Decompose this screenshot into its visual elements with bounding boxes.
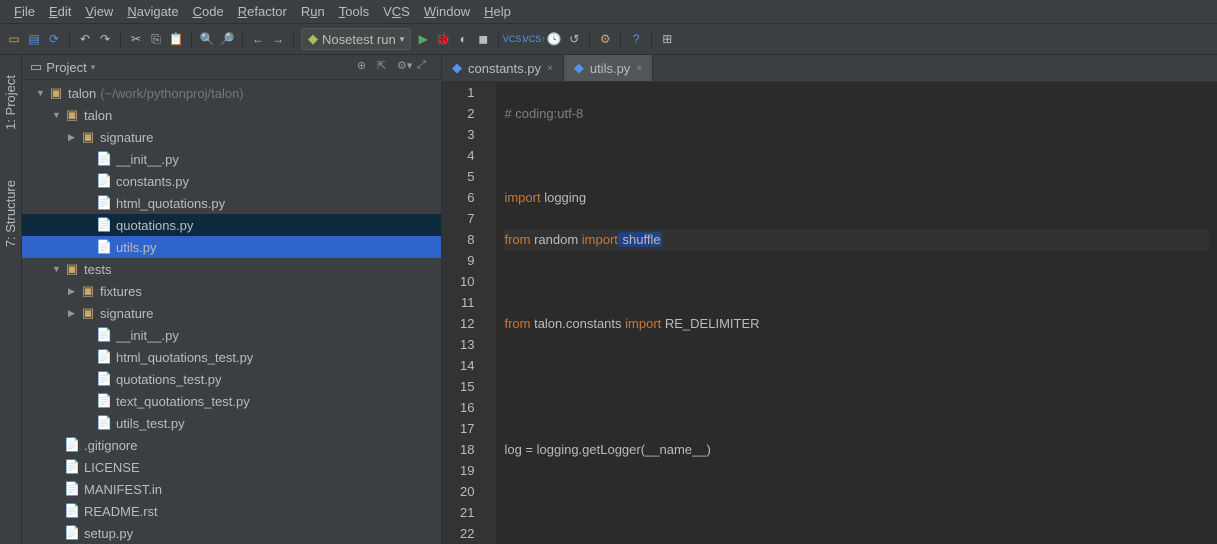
python-icon: ◆ [574, 60, 584, 76]
project-view-chevron-icon[interactable]: ▾ [91, 62, 96, 73]
refresh-icon[interactable]: ⟳ [46, 31, 62, 47]
run-icon[interactable]: ▶ [415, 31, 431, 47]
tree-file-setup[interactable]: 📄setup.py [22, 522, 441, 544]
tree-file-html-quotations[interactable]: 📄html_quotations.py [22, 192, 441, 214]
project-panel-header: ▭ Project ▾ ⊕ ⇱ ⚙▾ ⤢ [22, 55, 441, 80]
locate-icon[interactable]: ⊕ [357, 59, 373, 75]
menu-window[interactable]: Window [418, 2, 476, 21]
back-icon[interactable]: ← [250, 31, 266, 47]
cut-icon[interactable]: ✂ [128, 31, 144, 47]
project-panel-title: Project [46, 60, 86, 75]
run-config-selector[interactable]: ◆ Nosetest run ▾ [301, 28, 411, 50]
fold-column[interactable] [484, 82, 496, 544]
tool-structure[interactable]: 7: Structure [3, 180, 18, 247]
tab-utils[interactable]: ◆ utils.py × [564, 55, 653, 81]
collapse-icon[interactable]: ⇱ [377, 59, 393, 75]
undo-icon[interactable]: ↶ [77, 31, 93, 47]
tree-file-init2[interactable]: 📄__init__.py [22, 324, 441, 346]
tree-file-init[interactable]: 📄__init__.py [22, 148, 441, 170]
menu-view[interactable]: View [79, 2, 119, 21]
tree-file-quotations[interactable]: 📄quotations.py [22, 214, 441, 236]
vcs-update-icon[interactable]: VCS↓ [506, 31, 522, 47]
tree-file-utils-test[interactable]: 📄utils_test.py [22, 412, 441, 434]
structure-icon[interactable]: ⊞ [659, 31, 675, 47]
tab-label: utils.py [590, 61, 630, 76]
tree-folder-fixtures[interactable]: ▶▣fixtures [22, 280, 441, 302]
save-icon[interactable]: ▤ [26, 31, 42, 47]
close-icon[interactable]: × [547, 63, 553, 74]
project-panel: ▭ Project ▾ ⊕ ⇱ ⚙▾ ⤢ ▼▣talon(~/work/pyth… [22, 55, 442, 544]
tab-constants[interactable]: ◆ constants.py × [442, 55, 564, 81]
menu-navigate[interactable]: Navigate [121, 2, 184, 21]
python-icon: ◆ [452, 60, 462, 76]
tree-folder-signature2[interactable]: ▶▣signature [22, 302, 441, 324]
line-gutter: 12345678910111213141516171819202122 [442, 82, 484, 544]
vcs-commit-icon[interactable]: VCS↑ [526, 31, 542, 47]
run-config-label: Nosetest run [322, 32, 396, 47]
menu-bar: File Edit View Navigate Code Refactor Ru… [0, 0, 1217, 24]
code-content[interactable]: # coding:utf-8 import logging from rando… [496, 82, 1217, 544]
tree-file-gitignore[interactable]: 📄.gitignore [22, 434, 441, 456]
project-tree[interactable]: ▼▣talon(~/work/pythonproj/talon) ▼▣talon… [22, 80, 441, 544]
tree-folder-talon[interactable]: ▼▣talon [22, 104, 441, 126]
help-icon[interactable]: ? [628, 31, 644, 47]
debug-icon[interactable]: 🐞 [435, 31, 451, 47]
tree-file-quotations-test[interactable]: 📄quotations_test.py [22, 368, 441, 390]
tree-file-license[interactable]: 📄LICENSE [22, 456, 441, 478]
menu-refactor[interactable]: Refactor [232, 2, 293, 21]
tree-file-utils[interactable]: 📄utils.py [22, 236, 441, 258]
tree-folder-signature[interactable]: ▶▣signature [22, 126, 441, 148]
paste-icon[interactable]: 📋 [168, 31, 184, 47]
tree-file-readme[interactable]: 📄README.rst [22, 500, 441, 522]
find-icon[interactable]: 🔍 [199, 31, 215, 47]
editor-tabs: ◆ constants.py × ◆ utils.py × [442, 55, 1217, 82]
tree-file-constants[interactable]: 📄constants.py [22, 170, 441, 192]
menu-file[interactable]: File [8, 2, 41, 21]
tree-root[interactable]: ▼▣talon(~/work/pythonproj/talon) [22, 82, 441, 104]
history-icon[interactable]: 🕓 [546, 31, 562, 47]
menu-help[interactable]: Help [478, 2, 517, 21]
redo-icon[interactable]: ↷ [97, 31, 113, 47]
tree-folder-tests[interactable]: ▼▣tests [22, 258, 441, 280]
menu-vcs[interactable]: VCS [377, 2, 416, 21]
toolbar: ▭ ▤ ⟳ ↶ ↷ ✂ ⎘ 📋 🔍 🔎 ← → ◆ Nosetest run ▾… [0, 24, 1217, 55]
code-editor[interactable]: 12345678910111213141516171819202122 # co… [442, 82, 1217, 544]
tree-file-manifest[interactable]: 📄MANIFEST.in [22, 478, 441, 500]
tree-file-html-q-test[interactable]: 📄html_quotations_test.py [22, 346, 441, 368]
coverage-icon[interactable]: ◐ [455, 31, 471, 47]
menu-tools[interactable]: Tools [333, 2, 375, 21]
menu-code[interactable]: Code [187, 2, 230, 21]
copy-icon[interactable]: ⎘ [148, 31, 164, 47]
stop-icon[interactable]: ◼ [475, 31, 491, 47]
replace-icon[interactable]: 🔎 [219, 31, 235, 47]
close-icon[interactable]: × [636, 63, 642, 74]
menu-edit[interactable]: Edit [43, 2, 77, 21]
tree-file-text-q-test[interactable]: 📄text_quotations_test.py [22, 390, 441, 412]
editor-area: ◆ constants.py × ◆ utils.py × 1234567891… [442, 55, 1217, 544]
open-icon[interactable]: ▭ [6, 31, 22, 47]
project-tab-icon: ▭ [30, 59, 42, 75]
left-gutter: 1: Project 7: Structure [0, 55, 22, 544]
settings-icon[interactable]: ⚙ [597, 31, 613, 47]
settings-gear-icon[interactable]: ⚙▾ [397, 59, 413, 75]
forward-icon[interactable]: → [270, 31, 286, 47]
tool-project[interactable]: 1: Project [3, 75, 18, 130]
revert-icon[interactable]: ↺ [566, 31, 582, 47]
menu-run[interactable]: Run [295, 2, 331, 21]
hide-icon[interactable]: ⤢ [417, 59, 433, 75]
tab-label: constants.py [468, 61, 541, 76]
